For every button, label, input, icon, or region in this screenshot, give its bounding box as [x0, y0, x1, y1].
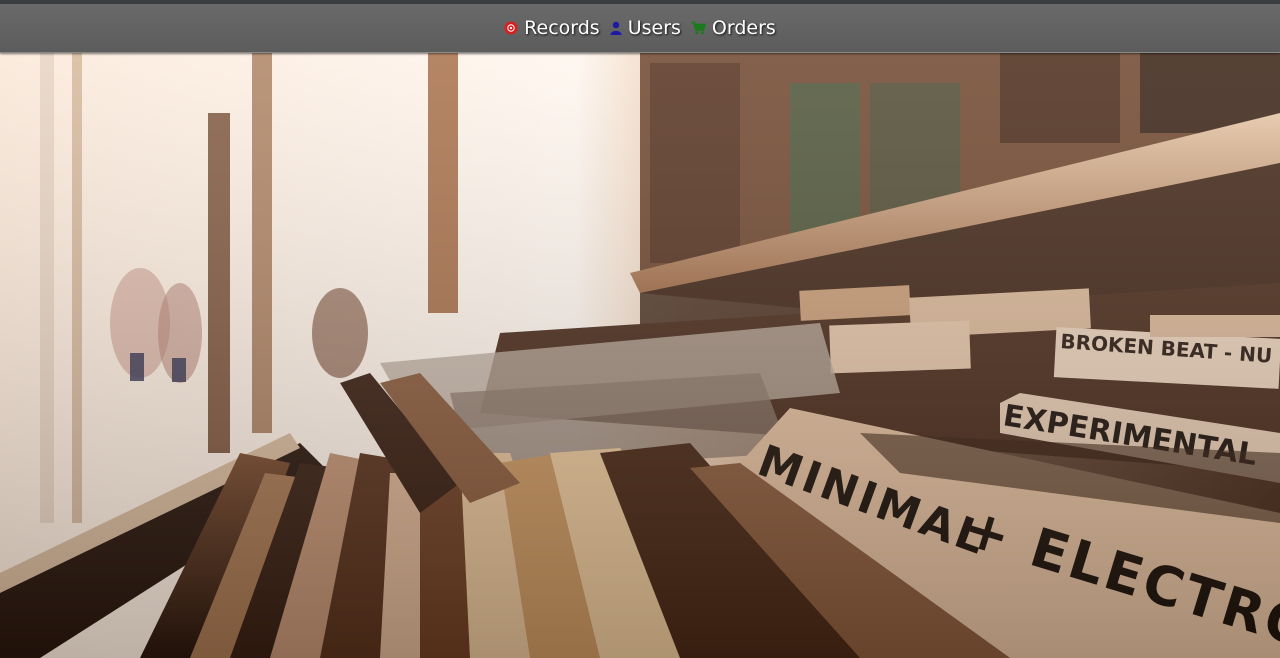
record-icon — [504, 21, 518, 35]
user-icon — [610, 21, 622, 35]
nav-orders-label: Orders — [711, 17, 776, 39]
nav-users-link[interactable]: Users — [610, 17, 681, 39]
nav-records-link[interactable]: Records — [504, 17, 600, 39]
nav-records-label: Records — [524, 17, 600, 39]
nav-orders-link[interactable]: Orders — [691, 17, 776, 39]
record-store-photo: MINIMAL + ELECTRO EXPERIMENTAL BROKEN BE… — [0, 53, 1280, 658]
top-navbar: Records Users Orders — [0, 4, 1280, 53]
cart-icon — [691, 21, 706, 35]
hero-banner: MINIMAL + ELECTRO EXPERIMENTAL BROKEN BE… — [0, 53, 1280, 658]
nav-users-label: Users — [627, 17, 681, 39]
